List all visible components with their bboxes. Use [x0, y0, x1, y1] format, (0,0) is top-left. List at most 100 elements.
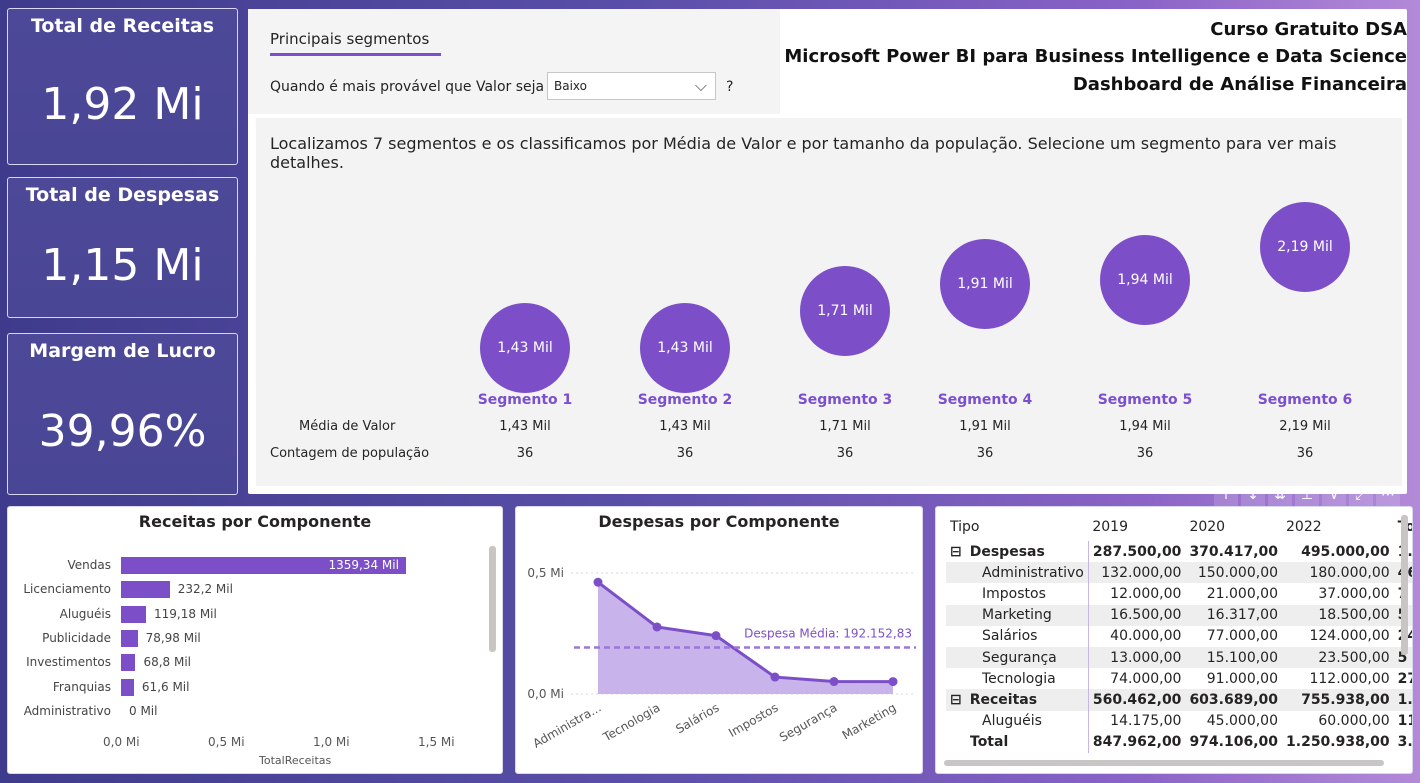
matrix-row[interactable]: Tecnologia 74.000,00 91.000,00 112.000,00 27 — [946, 668, 1412, 690]
segment-name[interactable]: Segmento 1 — [465, 392, 585, 408]
data-point[interactable] — [770, 672, 780, 682]
matrix-row[interactable]: Salários40.000,0077.000,00124.000,0024 — [946, 625, 1412, 647]
matrix-row[interactable]: Impostos12.000,0021.000,0037.000,007 — [946, 583, 1412, 605]
tab-underline — [270, 53, 441, 56]
cell-v2022: 124.000,00 — [1309, 628, 1390, 645]
row-label-media: Média de Valor — [299, 419, 396, 434]
matrix-row[interactable]: Marketing16.500,0016.317,0018.500,005 — [946, 604, 1412, 626]
double-arrow-down-icon[interactable]: ⇊ — [1268, 484, 1292, 506]
kpi-value: 39,96% — [38, 406, 207, 457]
kpi-title: Margem de Lucro — [29, 340, 216, 362]
cell-v2022: 755.938,00 — [1301, 691, 1390, 708]
segments-visual[interactable]: Principais segmentos Quando é mais prová… — [248, 9, 1407, 494]
cell-v2019: 14.175,00 — [1110, 713, 1182, 730]
segment-bubble[interactable]: 1,43 Mil — [480, 303, 570, 393]
horizontal-scrollbar[interactable] — [944, 760, 1384, 766]
row-label: Aluguéis — [982, 713, 1042, 730]
tab-principais-segmentos[interactable]: Principais segmentos — [270, 30, 429, 48]
value-dropdown[interactable]: Baixo ⌵ — [547, 72, 716, 100]
segment-bubble[interactable]: 1,43 Mil — [640, 303, 730, 393]
col-header-2019[interactable]: 2019 — [1088, 513, 1185, 541]
data-point[interactable] — [888, 677, 898, 687]
receitas-chart-card[interactable]: Receitas por Componente Vendas 1359,34 Mi… — [7, 506, 503, 774]
row-label: Segurança — [982, 649, 1057, 666]
arrow-up-icon[interactable]: ↑ — [1214, 484, 1238, 506]
bar-mark[interactable] — [121, 629, 138, 647]
matrix-card[interactable]: Tipo 2019 2020 2022 Total ⊟ Despesas 287.5… — [935, 506, 1413, 774]
row-label: Impostos — [982, 585, 1046, 602]
cell-v2022: 37.000,00 — [1318, 585, 1390, 602]
cell-v2020: 16.317,00 — [1206, 607, 1279, 624]
col-header-2020[interactable]: 2020 — [1185, 513, 1282, 541]
kpi-card-margem[interactable]: Margem de Lucro 39,96% — [7, 333, 238, 495]
segment-contagem: 36 — [976, 446, 994, 461]
segment-name[interactable]: Segmento 4 — [925, 392, 1045, 408]
data-point[interactable] — [829, 677, 839, 687]
bar-value-label: 232,2 Mil — [177, 582, 233, 597]
cell-v2019: 13.000,00 — [1110, 649, 1182, 666]
arrow-down-icon[interactable]: ↓ — [1241, 484, 1265, 506]
question-mark: ? — [726, 79, 734, 95]
bar-mark[interactable] — [121, 605, 147, 623]
bar-mark[interactable] — [121, 654, 136, 672]
matrix-group-row[interactable]: ⊟ Receitas 560.462,00 603.689,00 755.938,00 1… — [946, 689, 1412, 711]
kpi-card-receitas[interactable]: Total de Receitas 1,92 Mi — [7, 8, 238, 165]
x-tick-label: Impostos — [726, 700, 780, 739]
segment-bubble[interactable]: 2,19 Mil — [1260, 202, 1350, 292]
collapse-toggle-icon[interactable]: ⊟ — [950, 692, 962, 708]
cell-v2022: 112.000,00 — [1309, 670, 1390, 687]
filter-icon[interactable]: ⊽ — [1322, 484, 1346, 506]
dropdown-selected: Baixo — [554, 79, 587, 93]
x-tick-label: 0,0 Mi — [103, 735, 140, 749]
segment-name[interactable]: Segmento 5 — [1085, 392, 1205, 408]
bar-value-label: 0 Mil — [129, 703, 158, 718]
matrix-row[interactable]: Aluguéis 14.175,00 45.000,00 60.000,00 11 — [946, 710, 1412, 732]
segment-contagem: 36 — [676, 446, 694, 461]
despesas-chart-card[interactable]: Despesas por Componente Despesa Média: 1… — [515, 506, 923, 774]
row-label-cell: Salários — [946, 625, 1089, 647]
focus-mode-icon[interactable]: ⤢ — [1349, 484, 1373, 506]
bar-category-label: Investimentos — [26, 655, 111, 670]
x-tick-label: Administra... — [530, 700, 603, 750]
col-header-2022[interactable]: 2022 — [1282, 513, 1394, 541]
col-header-tipo[interactable]: Tipo — [946, 513, 1088, 541]
more-options-icon[interactable]: ⋯ — [1376, 484, 1400, 506]
bar-mark[interactable] — [121, 678, 134, 696]
vertical-scrollbar[interactable] — [1401, 515, 1408, 655]
row-label: Marketing — [982, 607, 1052, 624]
cell-v2020: 603.689,00 — [1189, 691, 1279, 708]
cell-total: 11 — [1397, 713, 1412, 730]
matrix-row[interactable]: Administrativo 132.000,00 150.000,00 180.00… — [946, 562, 1412, 584]
matrix-row[interactable]: Segurança 13.000,00 15.100,00 23.500,00 5 — [946, 646, 1412, 669]
segment-contagem: 36 — [1296, 446, 1314, 461]
segment-name[interactable]: Segmento 2 — [625, 392, 745, 408]
row-label: Despesas — [969, 543, 1045, 560]
bar-mark[interactable] — [121, 581, 170, 599]
cell-v2020: 45.000,00 — [1206, 713, 1279, 730]
matrix-total-row[interactable]: Total 847.962,00 974.106,00 1.250.938,00 3.0… — [946, 731, 1412, 753]
chevron-down-icon: ⌵ — [694, 76, 707, 95]
kpi-card-despesas[interactable]: Total de Despesas 1,15 Mi — [7, 177, 238, 318]
matrix-group-row[interactable]: ⊟Despesas287.500,00370.417,00495.000,001… — [946, 541, 1412, 563]
segment-name[interactable]: Segmento 3 — [785, 392, 905, 408]
segment-bubble[interactable]: 1,91 Mil — [940, 239, 1030, 330]
data-point[interactable] — [711, 631, 721, 641]
segment-name[interactable]: Segmento 6 — [1245, 392, 1365, 408]
scrollbar[interactable] — [489, 546, 496, 652]
x-tick-label: 1,5 Mi — [418, 735, 455, 749]
segment-media: 1,43 Mil — [659, 419, 711, 434]
bar-category-label: Vendas — [67, 558, 112, 572]
expand-hierarchy-icon[interactable]: ⊥ — [1295, 484, 1319, 506]
segment-bubble[interactable]: 1,94 Mil — [1100, 235, 1190, 326]
cell-v2019: 132.000,00 — [1101, 564, 1182, 581]
row-label: Salários — [982, 628, 1038, 645]
segment-media: 2,19 Mil — [1279, 419, 1331, 434]
cell-v2020: 150.000,00 — [1197, 564, 1279, 581]
data-point[interactable] — [652, 622, 662, 632]
segment-bubble[interactable]: 1,71 Mil — [800, 265, 890, 356]
collapse-toggle-icon[interactable]: ⊟ — [950, 544, 962, 560]
data-point[interactable] — [593, 577, 603, 587]
header-line-2: Microsoft Power BI para Business Intelli… — [784, 46, 1407, 67]
chart-title: Receitas por Componente — [138, 512, 372, 531]
cell-v2022: 23.500,00 — [1318, 649, 1390, 666]
